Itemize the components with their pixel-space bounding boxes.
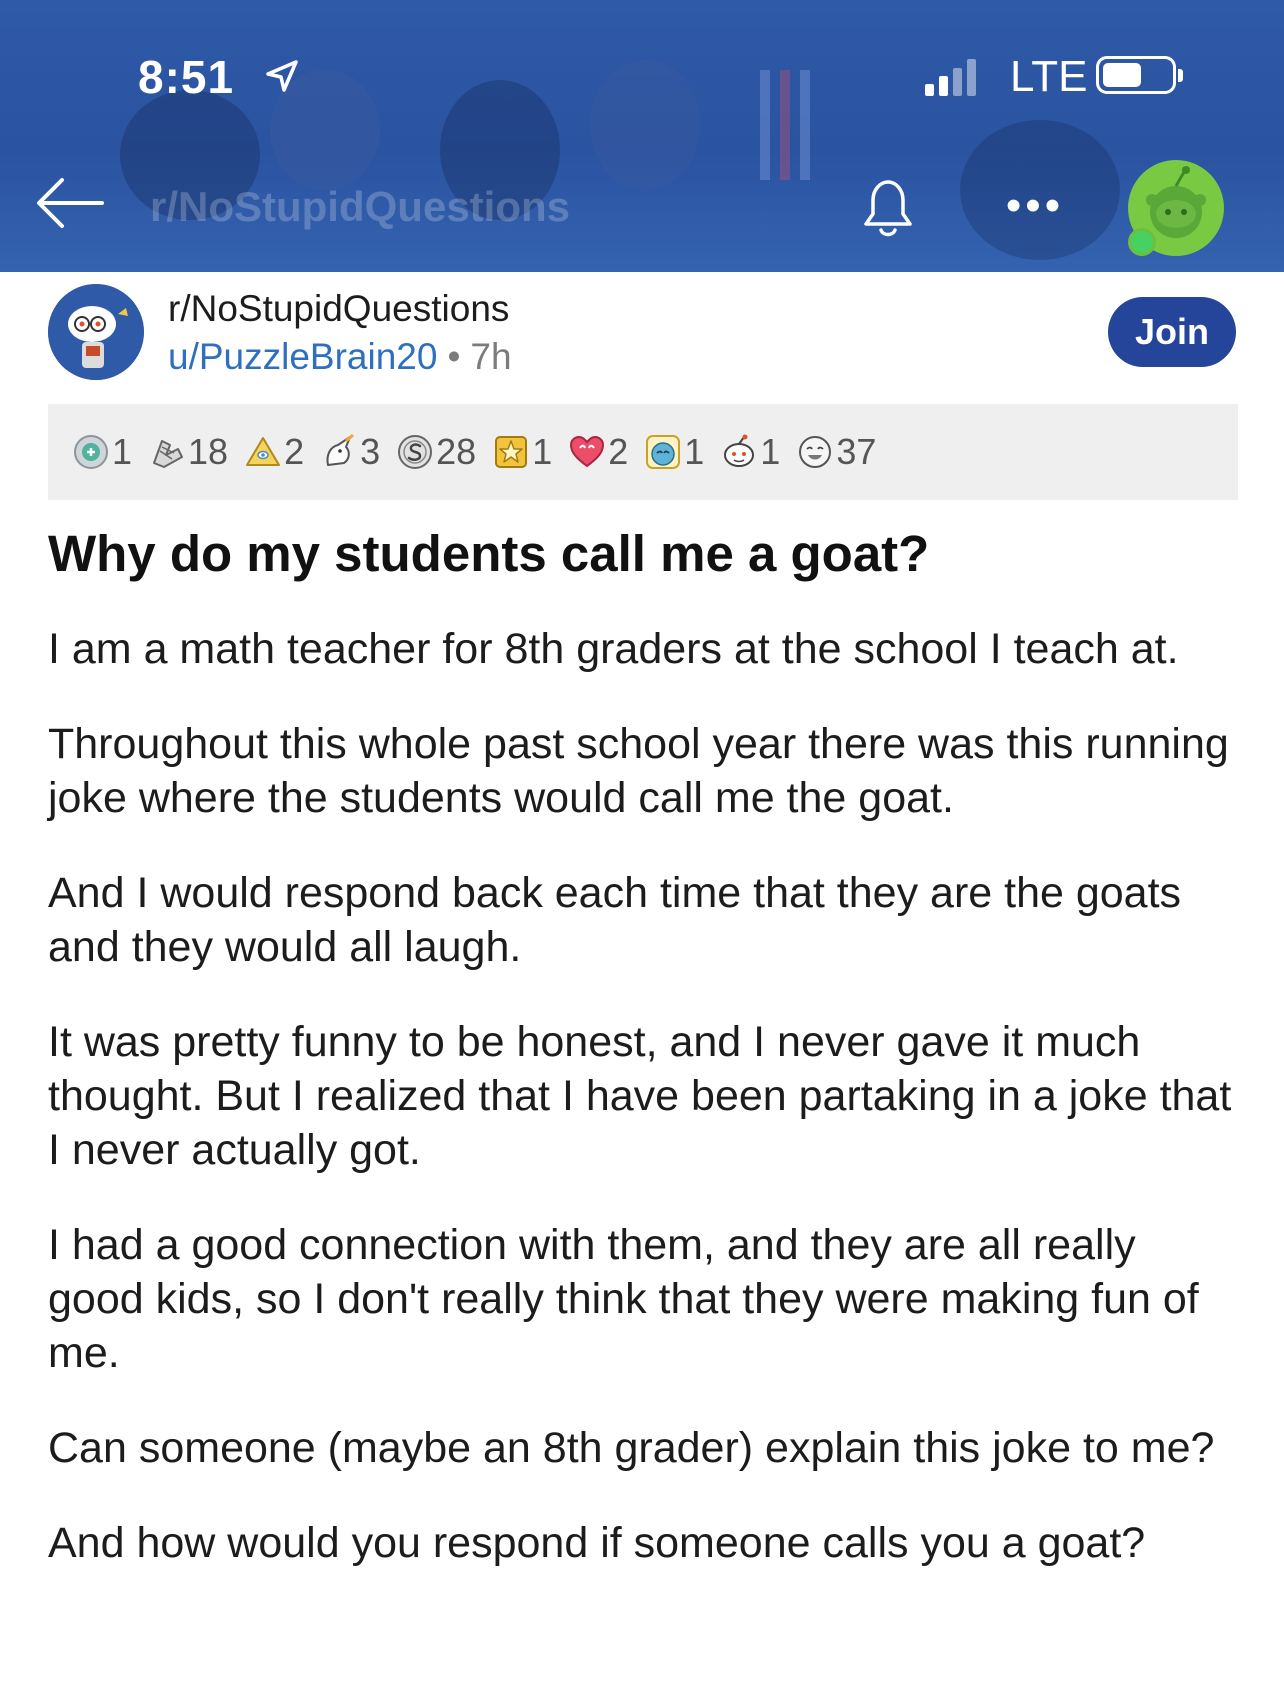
star-award-icon	[495, 436, 528, 468]
award-item[interactable]: 18	[148, 431, 228, 473]
author-link[interactable]: u/PuzzleBrain20	[168, 336, 437, 377]
hands-award-icon	[153, 440, 184, 468]
award-count: 1	[532, 431, 553, 472]
body-paragraph: And I would respond back each time that …	[48, 869, 1182, 971]
pyramid-award-icon	[246, 437, 281, 466]
hexagon-award-icon	[74, 435, 108, 469]
header-subreddit-name: r/NoStupidQuestions	[150, 183, 570, 230]
network-type: LTE	[1010, 52, 1088, 101]
post-title: Why do my students call me a goat?	[48, 525, 930, 582]
signal-strength-icon	[925, 58, 976, 96]
subreddit-banner: 8:51 LTE r/NoStupidQuestions •••	[0, 0, 1284, 272]
award-item[interactable]: 1	[644, 431, 704, 473]
award-count: 1	[760, 431, 781, 472]
more-options-icon[interactable]: •••	[1000, 176, 1070, 236]
crying-face-award-icon	[646, 435, 681, 469]
award-count: 3	[360, 431, 381, 472]
meta-separator: •	[447, 336, 461, 377]
location-arrow-icon	[266, 60, 298, 92]
award-item[interactable]: 2	[244, 431, 304, 473]
laughing-face-award-icon	[799, 436, 832, 468]
post-body: I am a math teacher for 8th graders at t…	[48, 622, 1238, 1611]
award-item[interactable]: 37	[796, 431, 876, 473]
snoo-award-icon	[724, 434, 755, 467]
unicorn-award-icon	[326, 433, 355, 466]
award-item[interactable]: 1	[720, 431, 780, 473]
online-status-dot	[1128, 228, 1156, 256]
banner-photo-shape	[780, 70, 790, 180]
status-time: 8:51	[138, 51, 235, 103]
body-paragraph: Throughout this whole past school year t…	[48, 720, 1229, 822]
awards-bar[interactable]: 1 18 2 3 28 1 2 1 1 37	[48, 404, 1238, 500]
award-count: 28	[436, 431, 477, 472]
coin-award-icon	[398, 435, 433, 469]
back-arrow-icon[interactable]	[32, 168, 106, 238]
body-paragraph: It was pretty funny to be honest, and I …	[48, 1018, 1232, 1174]
heart-award-icon	[570, 435, 605, 468]
battery-icon	[1096, 56, 1183, 94]
award-item[interactable]: 3	[320, 431, 380, 473]
body-paragraph: And how would you respond if someone cal…	[48, 1519, 1146, 1567]
award-count: 1	[684, 431, 705, 472]
award-count: 37	[836, 431, 877, 472]
award-count: 2	[284, 431, 305, 472]
award-count: 1	[112, 431, 133, 472]
snoo-mascot-icon	[48, 284, 144, 380]
banner-photo-shape	[760, 70, 770, 180]
post-age: 7h	[470, 336, 512, 377]
banner-photo-shape	[590, 60, 700, 190]
post-meta: u/PuzzleBrain20 • 7h	[168, 336, 512, 378]
award-count: 2	[608, 431, 629, 472]
body-paragraph: I am a math teacher for 8th graders at t…	[48, 625, 1179, 673]
award-count: 18	[188, 431, 229, 472]
banner-photo-shape	[800, 70, 810, 180]
award-item[interactable]: 1	[492, 431, 552, 473]
join-button[interactable]: Join	[1108, 297, 1236, 367]
award-item[interactable]: 28	[396, 431, 476, 473]
subreddit-icon[interactable]	[48, 284, 144, 380]
subreddit-name-link[interactable]: r/NoStupidQuestions	[168, 288, 509, 330]
award-item[interactable]: 1	[72, 431, 132, 473]
bell-icon[interactable]	[850, 168, 926, 244]
award-item[interactable]: 2	[568, 431, 628, 473]
body-paragraph: I had a good connection with them, and t…	[48, 1221, 1199, 1377]
body-paragraph: Can someone (maybe an 8th grader) explai…	[48, 1424, 1215, 1472]
post-header: r/NoStupidQuestions u/PuzzleBrain20 • 7h J…	[48, 284, 1238, 384]
